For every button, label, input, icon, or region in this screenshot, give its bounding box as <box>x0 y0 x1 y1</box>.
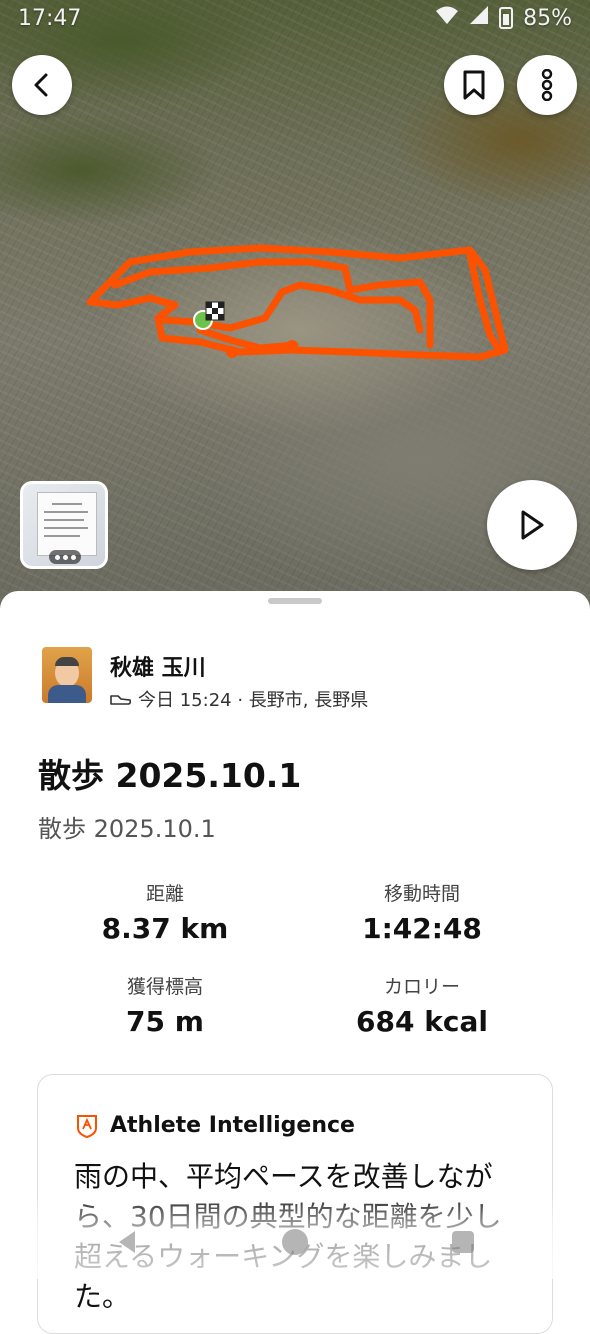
stat-label: 獲得標高 <box>126 976 203 998</box>
stat-value: 8.37 km <box>101 912 229 945</box>
nav-home-icon[interactable] <box>282 1229 308 1255</box>
status-time: 17:47 <box>18 5 82 31</box>
athlete-name[interactable]: 秋雄 玉川 <box>110 650 206 682</box>
chevron-left-icon <box>34 73 48 97</box>
activity-detail-sheet[interactable]: 秋雄 玉川 今日 15:24 · 長野市, 長野県 散歩 2025.10.1 散… <box>0 591 590 1334</box>
route-path <box>86 244 509 361</box>
photo-count-indicator <box>49 550 81 564</box>
photo-thumbnail[interactable] <box>20 481 108 569</box>
more-vertical-icon <box>541 69 553 101</box>
wifi-icon <box>435 5 459 31</box>
stat-value: 75 m <box>126 1005 204 1038</box>
battery-level: 85% <box>523 5 572 31</box>
activity-description: 散歩 2025.10.1 <box>38 815 216 843</box>
play-flyover-button[interactable] <box>487 480 577 570</box>
activity-meta: 今日 15:24 · 長野市, 長野県 <box>110 686 368 712</box>
avatar[interactable] <box>42 647 92 703</box>
stat-value: 1:42:48 <box>362 912 482 945</box>
signal-icon <box>469 5 489 31</box>
system-navigation-bar <box>0 1223 590 1263</box>
finish-flag-icon <box>205 301 225 321</box>
battery-icon <box>499 7 514 29</box>
stat-elevation-gain: 獲得標高 75 m <box>35 972 295 1038</box>
stat-label: 移動時間 <box>383 883 460 905</box>
athlete-intelligence-title: Athlete Intelligence <box>110 1113 355 1138</box>
stat-label: カロリー <box>383 976 460 998</box>
stat-label: 距離 <box>145 883 184 905</box>
stat-moving-time: 移動時間 1:42:48 <box>292 879 552 945</box>
activity-title: 散歩 2025.10.1 <box>38 756 302 795</box>
back-button[interactable] <box>12 55 72 115</box>
more-options-button[interactable] <box>517 55 577 115</box>
shoe-icon <box>110 695 132 705</box>
play-icon <box>521 510 544 540</box>
bookmark-button[interactable] <box>444 55 504 115</box>
photo-image <box>37 492 97 556</box>
drag-handle[interactable] <box>268 598 322 604</box>
bookmark-icon <box>463 70 485 100</box>
stat-distance: 距離 8.37 km <box>35 879 295 945</box>
activity-date-location: 今日 15:24 · 長野市, 長野県 <box>138 690 369 711</box>
status-bar: 17:47 85% <box>0 0 590 36</box>
stat-value: 684 kcal <box>356 1005 488 1038</box>
athlete-intelligence-icon <box>77 1114 97 1138</box>
activity-map[interactable]: 17:47 85% <box>0 0 590 620</box>
nav-recents-icon[interactable] <box>452 1231 474 1253</box>
stat-calories: カロリー 684 kcal <box>292 972 552 1038</box>
nav-back-icon[interactable] <box>115 1229 139 1255</box>
